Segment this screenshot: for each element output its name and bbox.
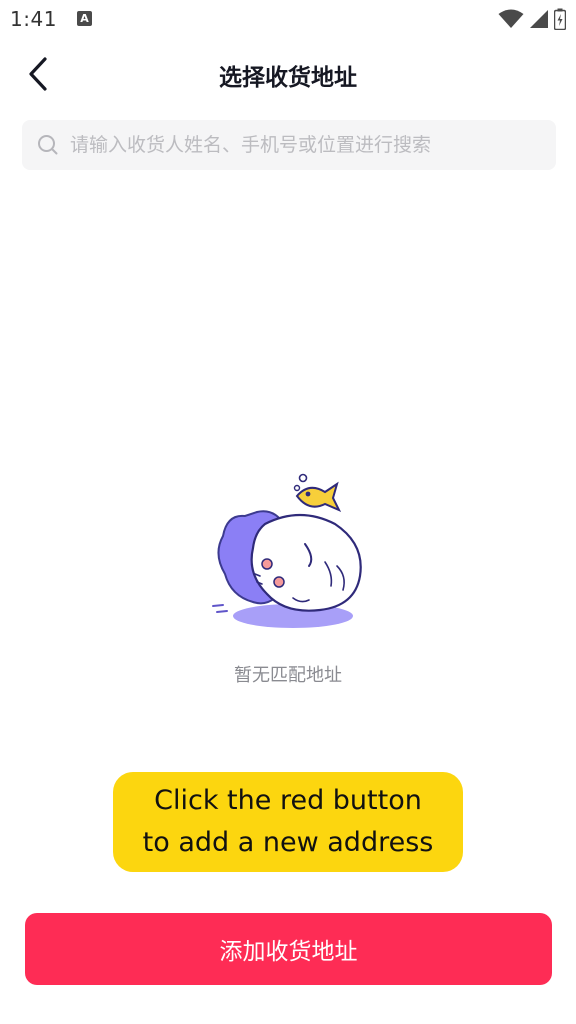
nav-bar: 选择收货地址 <box>0 44 576 104</box>
status-time: 1:41 <box>10 7 57 31</box>
hint-line-2: to add a new address <box>142 827 434 858</box>
search-box[interactable] <box>22 120 556 170</box>
hint-line-1: Click the red button <box>154 785 422 816</box>
empty-state-text: 暂无匹配地址 <box>234 665 342 686</box>
fish-icon <box>295 481 342 512</box>
search-input[interactable] <box>68 133 542 157</box>
wifi-icon <box>498 9 524 28</box>
hint-tooltip: Click the red button to add a new addres… <box>113 772 463 872</box>
add-address-button[interactable]: 添加收货地址 <box>25 913 552 985</box>
cell-signal-icon <box>530 10 548 28</box>
screen: 1:41 A 选择收货地址 请输入收货人姓名、手机号或位置进行搜索 暂无匹配地址… <box>0 0 576 1024</box>
sleeping-mascot-illustration <box>205 466 375 636</box>
page-title: 选择收货地址 <box>219 65 357 91</box>
battery-charging-icon <box>554 8 566 30</box>
status-icons <box>498 8 566 30</box>
notification-a-icon: A <box>77 11 92 26</box>
search-icon <box>37 134 59 156</box>
status-bar: 1:41 A <box>0 0 576 40</box>
